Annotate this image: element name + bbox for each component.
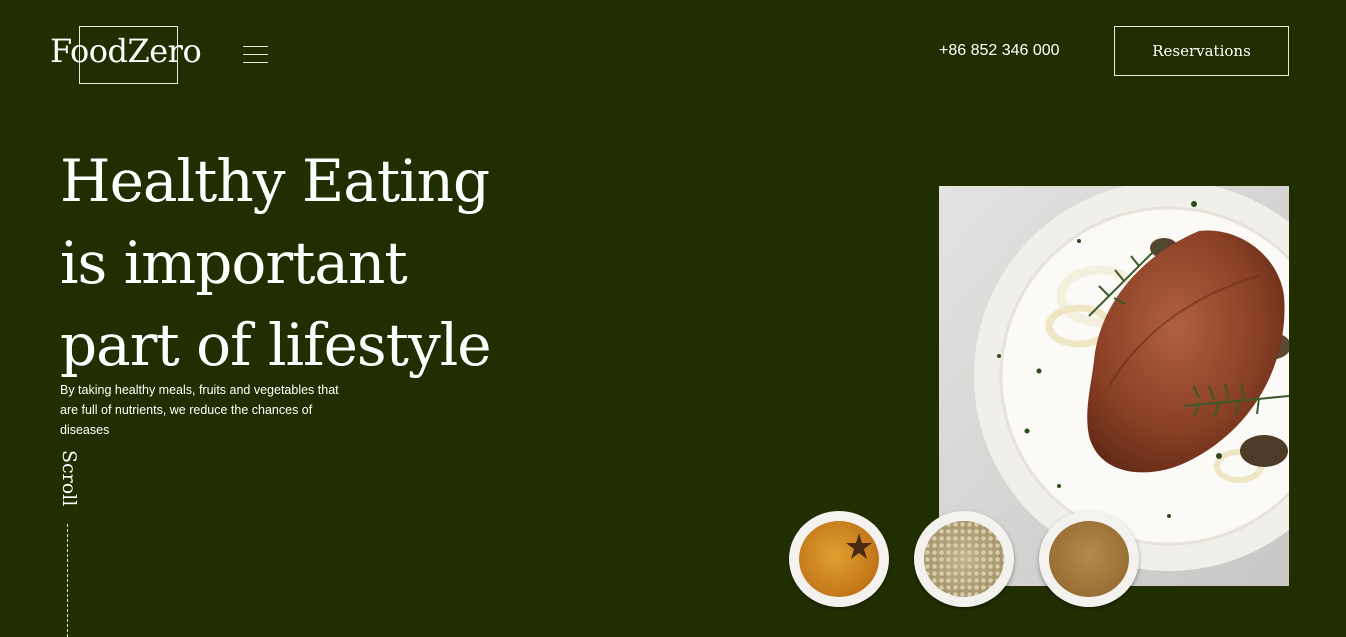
hero-description: By taking healthy meals, fruits and vege… xyxy=(60,383,339,437)
reservations-button[interactable]: Reservations xyxy=(1114,26,1289,76)
white-peppercorn-bowl xyxy=(914,511,1014,607)
hamburger-menu-icon[interactable] xyxy=(243,46,268,64)
phone-number[interactable]: +86 852 346 000 xyxy=(939,42,1060,60)
turmeric-star-anise-bowl xyxy=(789,511,889,607)
hero-title-line-1: Healthy Eating xyxy=(60,147,490,215)
scroll-label[interactable]: Scroll xyxy=(58,450,80,506)
scroll-indicator-line xyxy=(67,524,68,637)
hero-title: Healthy Eating is important part of life… xyxy=(60,140,492,386)
hero-title-line-3: part of lifestyle xyxy=(60,311,492,379)
logo-text: FoodZero xyxy=(50,32,202,70)
hero-title-line-2: is important xyxy=(60,229,408,297)
ground-spice-bowl xyxy=(1039,511,1139,607)
